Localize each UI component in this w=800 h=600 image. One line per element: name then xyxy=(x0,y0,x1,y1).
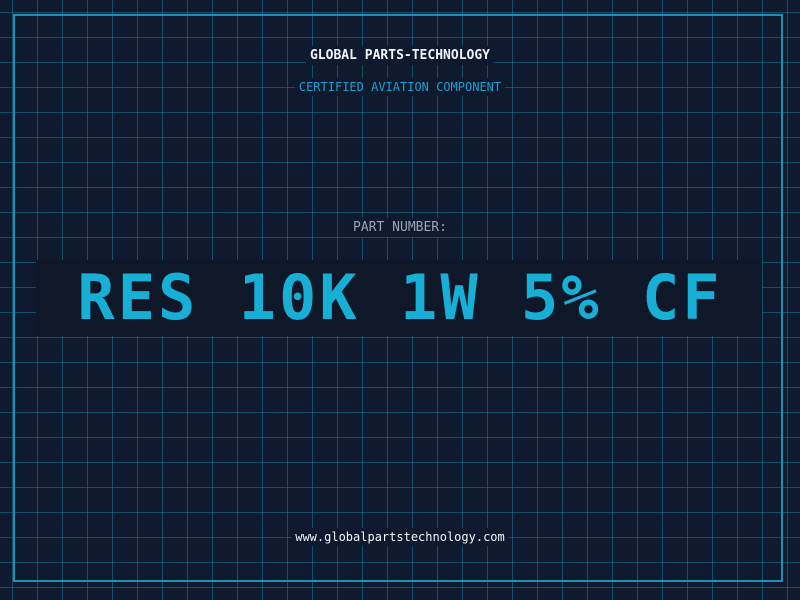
website-url-text: www.globalpartstechnology.com xyxy=(291,528,509,546)
certification-tagline: CERTIFIED AVIATION COMPONENT xyxy=(0,78,800,96)
part-number-label: PART NUMBER: xyxy=(0,218,800,237)
part-number-label-text: PART NUMBER: xyxy=(349,218,451,237)
website-url: www.globalpartstechnology.com xyxy=(0,528,800,546)
part-number-value: RES 10K 1W 5% CF xyxy=(77,261,723,334)
company-name: GLOBAL PARTS-TECHNOLOGY xyxy=(0,46,800,65)
blueprint-canvas: GLOBAL PARTS-TECHNOLOGY CERTIFIED AVIATI… xyxy=(0,0,800,600)
company-name-text: GLOBAL PARTS-TECHNOLOGY xyxy=(305,46,494,65)
certification-tagline-text: CERTIFIED AVIATION COMPONENT xyxy=(294,78,506,96)
